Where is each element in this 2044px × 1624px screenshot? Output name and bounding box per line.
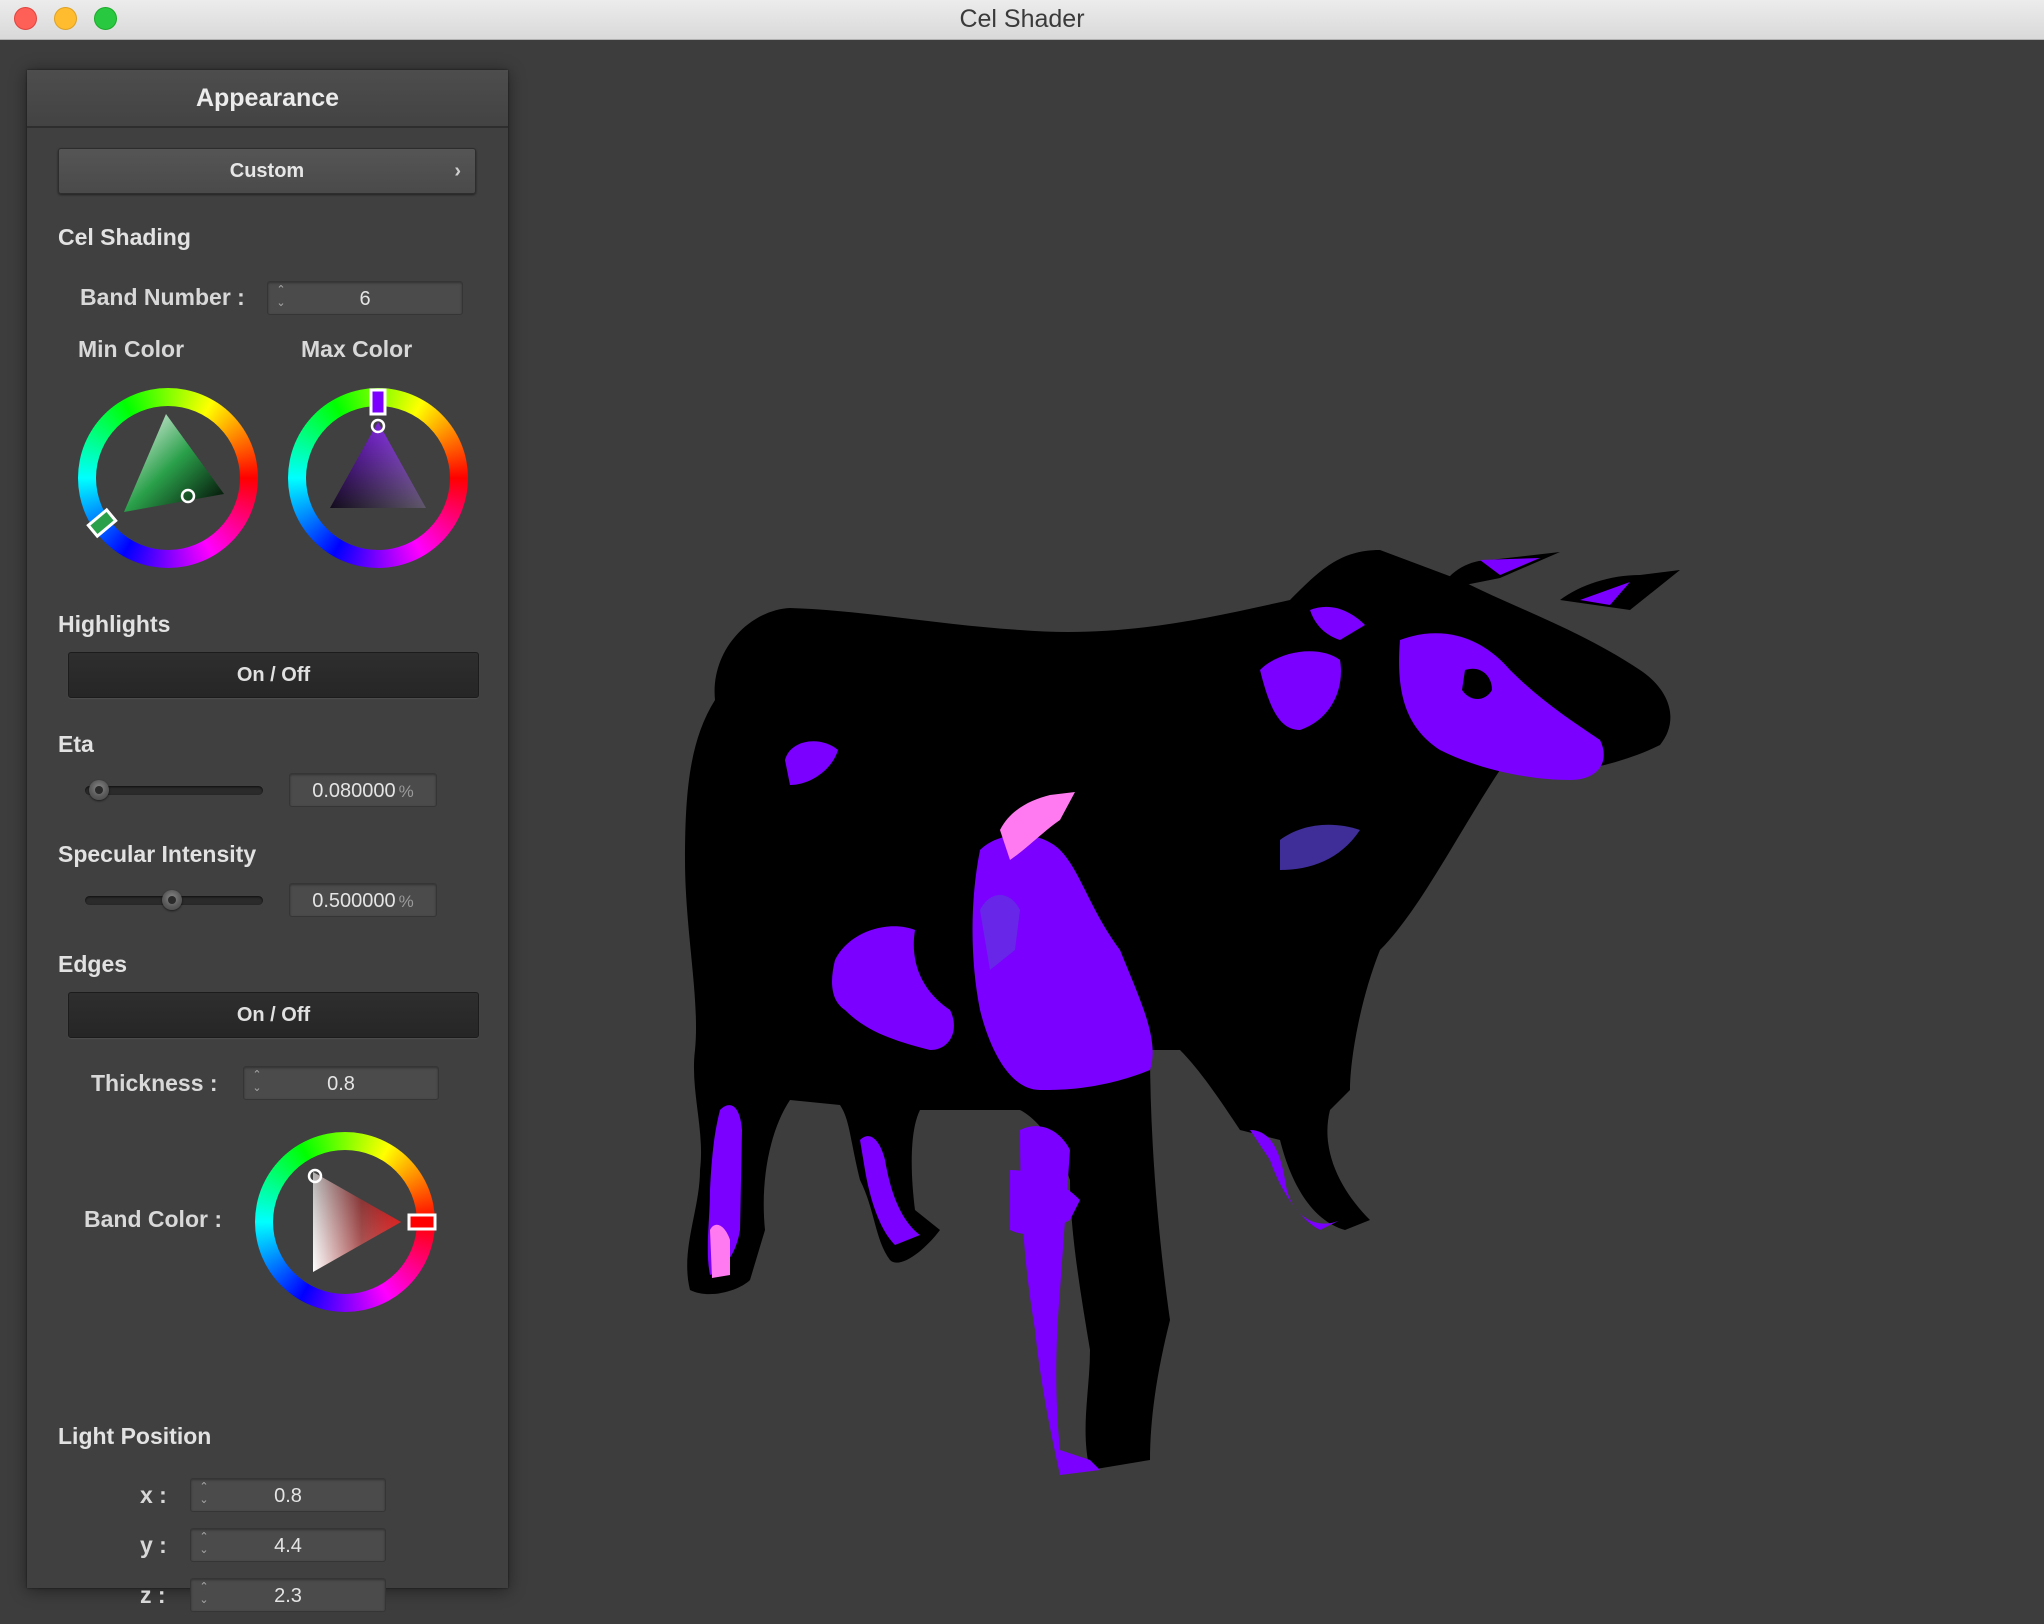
max-color-wheel[interactable] (286, 386, 470, 570)
eta-unit: % (398, 782, 414, 801)
specular-slider-knob[interactable] (162, 890, 182, 910)
eta-value: 0.080000 (312, 780, 396, 802)
up-down-chevron-icon[interactable]: ⌃ ⌄ (250, 1069, 264, 1097)
eta-value-field[interactable]: 0.080000% (289, 773, 437, 807)
cow-model-render (685, 550, 1680, 1475)
light-y-stepper[interactable]: ⌃ ⌄ 4.4 (190, 1528, 386, 1562)
light-x-label: x : (140, 1482, 167, 1508)
up-down-chevron-icon[interactable]: ⌃ ⌄ (274, 284, 288, 312)
band-color-label: Band Color : (84, 1206, 222, 1232)
light-x-value: 0.8 (274, 1485, 302, 1507)
band-number-stepper[interactable]: ⌃ ⌄ 6 (267, 281, 463, 315)
band-number-label: Band Number : (80, 284, 245, 310)
thickness-stepper[interactable]: ⌃ ⌄ 0.8 (243, 1066, 439, 1100)
max-color-label: Max Color (301, 336, 413, 362)
light-z-label: z : (140, 1582, 166, 1608)
min-color-wheel[interactable] (76, 386, 260, 570)
appearance-panel: Appearance Custom › Cel Shading Band Num… (27, 70, 508, 1612)
band-color-wheel[interactable] (253, 1130, 437, 1314)
highlights-heading: Highlights (58, 611, 171, 637)
edges-toggle-button[interactable]: On / Off (68, 992, 479, 1038)
panel-title: Appearance (27, 70, 508, 128)
specular-intensity-heading: Specular Intensity (58, 841, 257, 867)
thickness-value: 0.8 (327, 1073, 355, 1095)
band-hue-handle[interactable] (407, 1213, 437, 1231)
cel-shading-heading: Cel Shading (58, 224, 191, 250)
eta-slider-knob[interactable] (89, 780, 109, 800)
eta-heading: Eta (58, 731, 94, 757)
light-z-value: 2.3 (274, 1585, 302, 1607)
up-down-chevron-icon[interactable]: ⌃ ⌄ (197, 1531, 211, 1559)
highlights-toggle-button[interactable]: On / Off (68, 652, 479, 698)
specular-unit: % (398, 892, 414, 911)
min-color-label: Min Color (78, 336, 185, 362)
band-number-value: 6 (359, 288, 371, 310)
light-position-heading: Light Position (58, 1423, 212, 1449)
light-y-label: y : (140, 1532, 167, 1558)
title-bar: Cel Shader (0, 0, 2044, 40)
window-title: Cel Shader (959, 5, 1085, 33)
up-down-chevron-icon[interactable]: ⌃ ⌄ (197, 1481, 211, 1509)
preset-select-button[interactable]: Custom › (58, 148, 476, 194)
cow-silhouette (685, 550, 1680, 1470)
up-down-chevron-icon[interactable]: ⌃ ⌄ (197, 1581, 211, 1609)
specular-value-field[interactable]: 0.500000% (289, 883, 437, 917)
light-z-stepper[interactable]: ⌃ ⌄ 2.3 (190, 1578, 386, 1612)
eta-slider-track[interactable] (85, 786, 263, 795)
edges-heading: Edges (58, 951, 128, 977)
light-x-stepper[interactable]: ⌃ ⌄ 0.8 (190, 1478, 386, 1512)
chevron-right-icon: › (454, 160, 461, 182)
preset-label: Custom (229, 160, 305, 182)
specular-value: 0.500000 (312, 890, 396, 912)
thickness-label: Thickness : (91, 1070, 218, 1096)
max-hue-handle[interactable] (369, 388, 387, 416)
light-y-value: 4.4 (274, 1535, 302, 1557)
